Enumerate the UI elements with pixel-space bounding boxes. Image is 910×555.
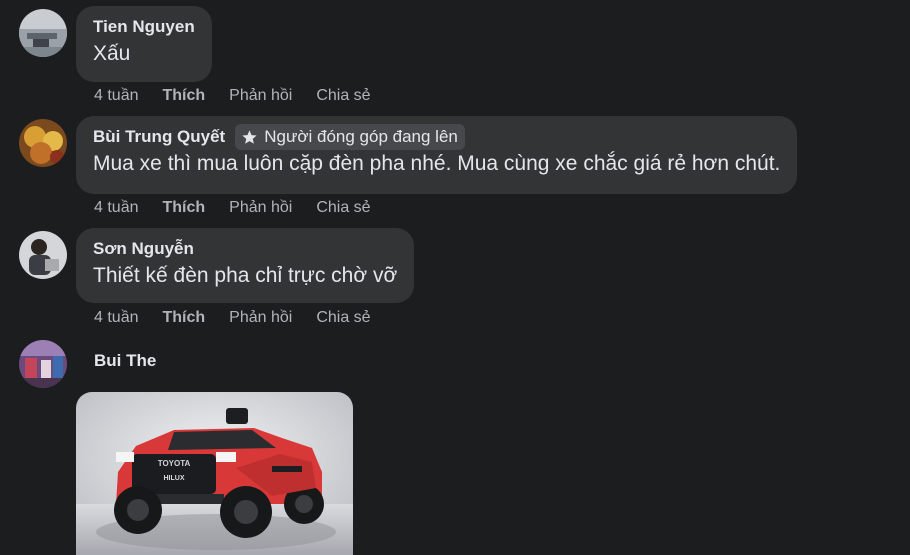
- comment-text: Mua xe thì mua luôn cặp đèn pha nhé. Mua…: [93, 152, 781, 175]
- like-button[interactable]: Thích: [162, 309, 205, 327]
- star-icon: [242, 129, 257, 144]
- reply-button[interactable]: Phản hồi: [229, 87, 292, 105]
- badge-label: Người đóng góp đang lên: [264, 127, 458, 146]
- avatar[interactable]: [19, 119, 67, 167]
- comment-time[interactable]: 4 tuần: [94, 199, 138, 217]
- share-button[interactable]: Chia sẻ: [316, 199, 370, 217]
- comment-text: Thiết kế đèn pha chỉ trực chờ vỡ: [93, 264, 398, 287]
- comment-bubble: Bùi Trung Quyết Người đóng góp đang lên …: [76, 116, 798, 194]
- avatar[interactable]: [19, 9, 67, 57]
- grille-text: TOYOTA: [158, 459, 191, 468]
- share-button[interactable]: Chia sẻ: [316, 87, 370, 105]
- avatar[interactable]: [19, 340, 67, 388]
- like-button[interactable]: Thích: [162, 199, 205, 217]
- comment-actions: 4 tuần Thích Phản hồi Chia sẻ: [94, 199, 395, 217]
- comment-photo[interactable]: TOYOTA HILUX: [76, 392, 353, 555]
- share-button[interactable]: Chia sẻ: [316, 309, 370, 327]
- comment-text: Xấu: [93, 42, 131, 65]
- comment-bubble: Tien Nguyen Xấu: [76, 6, 212, 82]
- comment-time[interactable]: 4 tuần: [94, 309, 138, 327]
- comment-author[interactable]: Bùi Trung Quyết: [93, 127, 225, 147]
- reply-button[interactable]: Phản hồi: [229, 309, 292, 327]
- avatar[interactable]: [19, 231, 67, 279]
- comment-actions: 4 tuần Thích Phản hồi Chia sẻ: [94, 309, 395, 327]
- reply-button[interactable]: Phản hồi: [229, 199, 292, 217]
- rising-contributor-badge[interactable]: Người đóng góp đang lên: [235, 124, 465, 150]
- comment-bubble: Sơn Nguyễn Thiết kế đèn pha chỉ trực chờ…: [76, 228, 415, 303]
- comment-author[interactable]: Sơn Nguyễn: [93, 239, 194, 259]
- comment-author[interactable]: Tien Nguyen: [93, 17, 195, 37]
- comment-actions: 4 tuần Thích Phản hồi Chia sẻ: [94, 87, 395, 105]
- grille-model: HILUX: [164, 475, 185, 482]
- comment-time[interactable]: 4 tuần: [94, 87, 138, 105]
- like-button[interactable]: Thích: [162, 87, 205, 105]
- comment-author[interactable]: Bui The: [94, 351, 156, 371]
